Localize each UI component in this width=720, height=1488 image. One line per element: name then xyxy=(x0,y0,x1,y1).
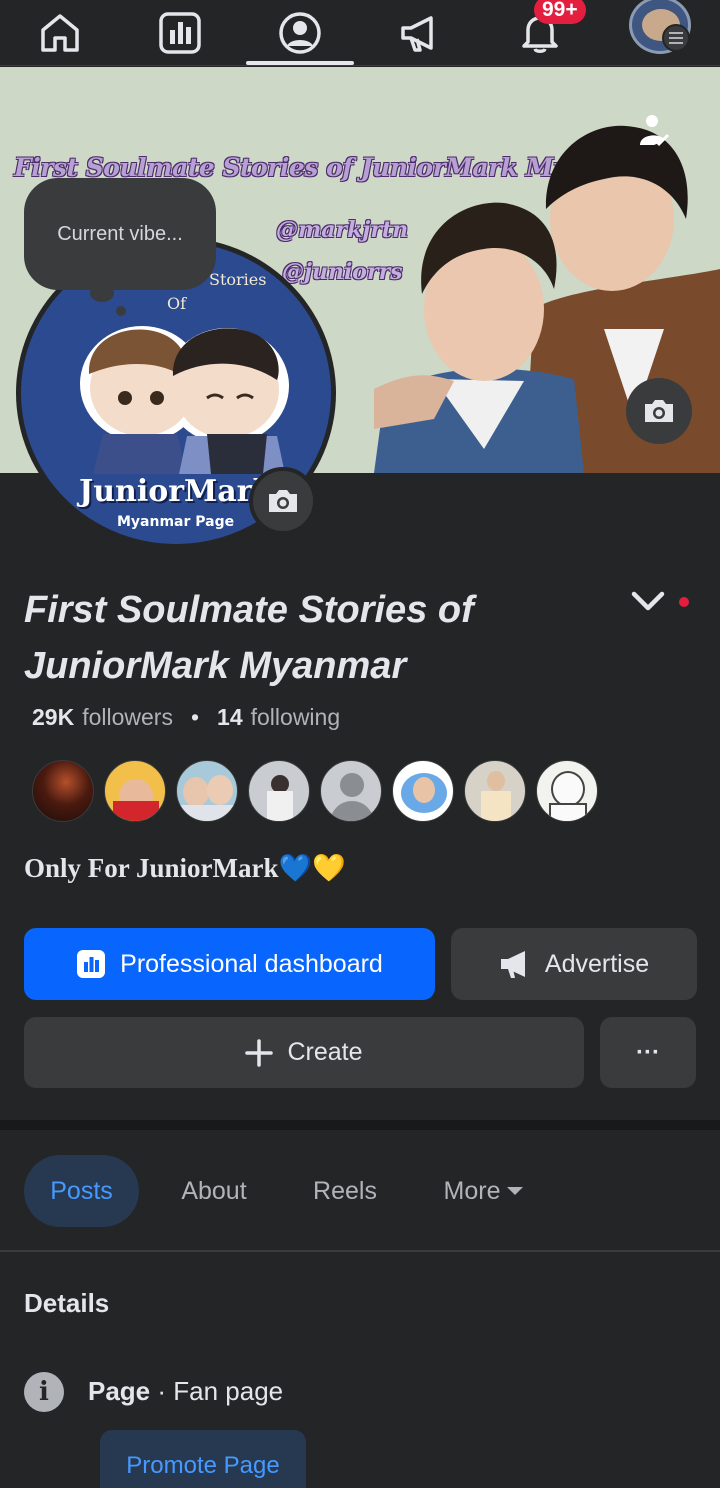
page-bio: Only For JuniorMark💙💛 xyxy=(24,853,346,883)
profile-camera-button[interactable] xyxy=(249,467,317,535)
dashboard-tab[interactable] xyxy=(120,0,240,66)
tab-about[interactable]: About xyxy=(164,1155,264,1227)
profile-icon xyxy=(279,12,321,54)
tab-posts-label: Posts xyxy=(50,1176,113,1205)
follower-avatar[interactable] xyxy=(32,760,94,822)
advertise-button[interactable]: Advertise xyxy=(451,928,697,1000)
profile-pic-subtitle: Myanmar Page xyxy=(117,514,235,530)
tab-reels-label: Reels xyxy=(313,1176,377,1205)
vibe-bubble-tail-small xyxy=(116,306,126,316)
advertise-tab[interactable] xyxy=(360,0,480,66)
tab-more-label: More xyxy=(443,1176,501,1205)
plus-icon xyxy=(245,1038,274,1067)
cover-camera-button[interactable] xyxy=(626,378,692,444)
current-vibe-placeholder: Current vibe... xyxy=(57,222,183,245)
megaphone-icon xyxy=(401,16,433,52)
professional-dashboard-button[interactable]: Professional dashboard xyxy=(24,928,435,1000)
tab-posts[interactable]: Posts xyxy=(24,1155,139,1227)
dashboard-icon xyxy=(159,12,201,54)
tab-about-label: About xyxy=(181,1176,247,1205)
vibe-bubble-tail xyxy=(90,284,114,302)
chevron-down-icon[interactable] xyxy=(628,584,668,620)
profile-pic-text-stories: Stories xyxy=(209,270,267,289)
follower-avatar[interactable] xyxy=(104,760,166,822)
page-category: Page · Fan page xyxy=(88,1376,283,1407)
followers-count: 29K xyxy=(32,704,75,730)
menu-icon[interactable] xyxy=(662,24,690,52)
follower-avatars xyxy=(32,760,598,822)
follower-avatar[interactable] xyxy=(536,760,598,822)
unread-dot xyxy=(679,597,689,607)
profile-pic-text-of: Of xyxy=(167,294,187,313)
dashboard-icon xyxy=(77,950,106,978)
megaphone-icon xyxy=(500,951,525,978)
followers-label[interactable]: followers xyxy=(82,704,173,731)
follower-avatar[interactable] xyxy=(176,760,238,822)
advertise-label: Advertise xyxy=(544,949,650,978)
create-label: Create xyxy=(287,1038,363,1066)
following-label[interactable]: following xyxy=(251,704,341,731)
following-count: 14 xyxy=(217,704,243,730)
follower-avatar-default[interactable] xyxy=(320,760,382,822)
follower-avatar[interactable] xyxy=(464,760,526,822)
edit-avatar-icon[interactable] xyxy=(628,107,676,155)
tab-reels[interactable]: Reels xyxy=(296,1155,394,1227)
caret-down-icon xyxy=(507,1187,524,1195)
create-button[interactable]: Create xyxy=(24,1017,584,1088)
camera-icon xyxy=(269,490,297,512)
stats-separator: • xyxy=(190,704,200,730)
tabs-divider xyxy=(0,1250,720,1252)
info-icon: i xyxy=(24,1372,64,1412)
page-category-value: · Fan page xyxy=(157,1376,284,1406)
follow-stats: 29K followers • 14 following xyxy=(32,704,340,731)
details-heading: Details xyxy=(24,1288,110,1318)
profile-pic-brand: JuniorMark xyxy=(79,474,274,509)
camera-icon xyxy=(645,400,673,422)
home-tab[interactable] xyxy=(0,0,120,66)
section-divider xyxy=(0,1120,720,1130)
professional-dashboard-label: Professional dashboard xyxy=(120,949,383,978)
profile-tab[interactable] xyxy=(240,0,360,66)
home-icon xyxy=(41,14,79,52)
notification-badge: 99+ xyxy=(534,0,586,24)
current-vibe-bubble[interactable]: Current vibe... xyxy=(24,178,216,290)
follower-avatar[interactable] xyxy=(392,760,454,822)
top-navigation: 99+ xyxy=(0,0,720,66)
page-title: First Soulmate Stories of JuniorMark Mya… xyxy=(24,589,474,687)
active-tab-indicator xyxy=(246,61,354,65)
promote-page-button[interactable]: Promote Page xyxy=(100,1430,306,1488)
chibi-illustration xyxy=(80,326,289,474)
promote-page-label: Promote Page xyxy=(126,1452,280,1479)
follower-avatar[interactable] xyxy=(248,760,310,822)
tab-more[interactable]: More xyxy=(428,1155,540,1227)
more-options-button[interactable]: ··· xyxy=(600,1017,696,1088)
more-options-icon: ··· xyxy=(636,1038,660,1066)
page-category-label: Page xyxy=(88,1376,151,1406)
